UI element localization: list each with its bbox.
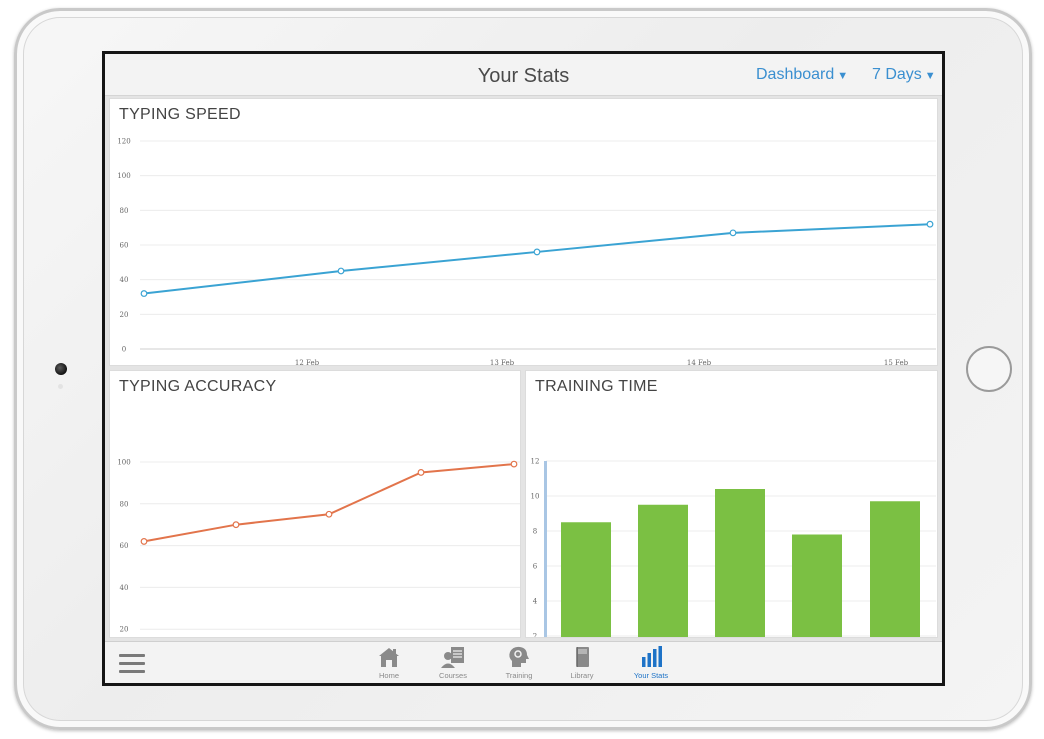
nav-courses-label: Courses — [439, 671, 467, 680]
typing-accuracy-panel: TYPING ACCURACY 02040608010012 Feb13 Feb… — [109, 370, 521, 638]
y-tick-label: 20 — [120, 626, 129, 634]
training-time-chart: 02468101212 Feb13 Feb14 Feb15 Feb — [531, 458, 936, 639]
x-tick-label: 15 Feb — [884, 359, 909, 366]
y-tick-label: 60 — [120, 242, 129, 250]
nav-training[interactable]: Training — [489, 645, 549, 683]
y-tick-label: 40 — [120, 584, 129, 592]
top-bar: Your Stats Dashboard ▼ 7 Days ▼ — [105, 54, 942, 96]
device-home-button[interactable] — [966, 346, 1012, 392]
camera-icon — [55, 363, 67, 375]
y-tick-label: 12 — [531, 458, 540, 466]
chevron-down-icon: ▼ — [924, 70, 936, 82]
nav-library-label: Library — [570, 671, 594, 680]
bar — [870, 501, 920, 637]
y-tick-label: 20 — [120, 311, 129, 319]
data-point — [337, 267, 345, 275]
y-tick-label: 6 — [533, 563, 538, 571]
data-point — [140, 538, 148, 545]
nav-library[interactable]: Library — [552, 645, 612, 683]
training-icon — [509, 646, 529, 667]
x-tick-label: 13 Feb — [490, 359, 515, 366]
y-tick-label: 8 — [533, 528, 537, 536]
series-line — [143, 463, 515, 543]
training-time-panel: TRAINING TIME 02468101212 Feb13 Feb14 Fe… — [525, 370, 938, 638]
x-tick-label: 14 Feb — [687, 359, 712, 366]
y-tick-label: 120 — [117, 138, 130, 146]
data-point — [729, 229, 737, 237]
y-tick-label: 80 — [120, 207, 129, 215]
y-tick-label: 100 — [117, 172, 130, 180]
x-tick-label: 12 Feb — [295, 359, 320, 366]
y-tick-label: 40 — [120, 276, 129, 284]
home-icon — [379, 648, 399, 667]
nav-your-stats[interactable]: Your Stats — [621, 645, 681, 683]
series-line — [143, 223, 931, 295]
data-point — [232, 521, 240, 529]
bar — [715, 489, 765, 637]
y-tick-label: 2 — [533, 633, 537, 639]
nav-home[interactable]: Home — [359, 645, 419, 683]
range-dropdown-label: 7 Days — [872, 66, 922, 83]
typing-accuracy-chart: 02040608010012 Feb13 Feb14 Feb15 Feb — [117, 459, 520, 634]
nav-courses[interactable]: Courses — [423, 645, 483, 683]
bottom-nav: Home Courses Training Library Your Stats — [105, 641, 942, 683]
app-screen: Your Stats Dashboard ▼ 7 Days ▼ TYPING SPE… — [102, 51, 945, 686]
menu-icon[interactable] — [119, 652, 145, 674]
chevron-down-icon: ▼ — [837, 70, 849, 82]
data-point — [417, 469, 425, 476]
y-axis-bar — [544, 461, 547, 637]
data-point — [140, 290, 148, 297]
courses-icon — [441, 647, 464, 668]
y-tick-label: 100 — [117, 459, 130, 467]
sensor-dot — [58, 384, 63, 389]
range-dropdown[interactable]: 7 Days ▼ — [872, 66, 936, 84]
dashboard-dropdown-label: Dashboard — [756, 66, 835, 83]
nav-your-stats-label: Your Stats — [633, 671, 669, 680]
library-icon — [576, 647, 589, 667]
y-tick-label: 0 — [122, 346, 126, 354]
dashboard-dropdown[interactable]: Dashboard ▼ — [756, 66, 848, 84]
bar — [638, 504, 688, 637]
data-point — [533, 248, 541, 256]
typing-speed-panel: TYPING SPEED 0 20 40 60 80 100 120 12 Feb 13 Feb… — [109, 98, 938, 366]
y-tick-label: 80 — [120, 500, 129, 508]
y-tick-label: 60 — [120, 542, 129, 550]
bar — [561, 522, 611, 637]
stats-icon — [642, 646, 662, 667]
data-point — [325, 510, 333, 518]
nav-home-label: Home — [378, 671, 399, 680]
data-point — [510, 460, 518, 468]
data-point — [926, 220, 934, 228]
bar — [792, 534, 842, 637]
y-tick-label: 4 — [533, 598, 538, 606]
nav-training-label: Training — [505, 671, 533, 680]
typing-speed-chart: 0 20 40 60 80 100 120 12 Feb 13 Feb 14 Feb 15 Feb — [117, 138, 936, 366]
y-tick-label: 10 — [531, 493, 540, 501]
